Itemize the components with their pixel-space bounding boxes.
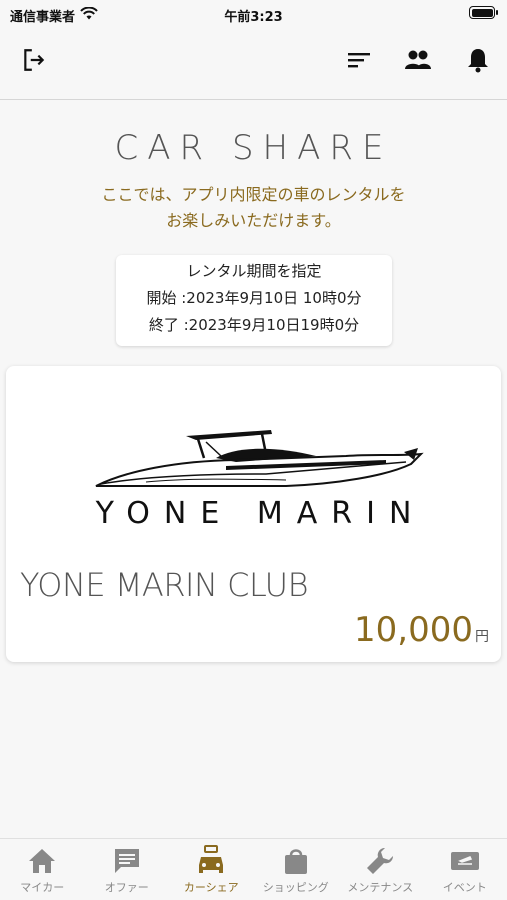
page-subtitle: ここでは、アプリ内限定の車のレンタルを お楽しみいただけます。	[0, 182, 507, 234]
car-share-card[interactable]: YONE MARIN YONE MARIN CLUB 10,000 円	[6, 366, 501, 662]
tab-label: カーシェア	[183, 881, 239, 894]
rental-end: 終了 :2023年9月10日19時0分	[148, 316, 360, 334]
status-bar: 通信事業者 午前3:23	[0, 0, 507, 30]
battery-icon	[469, 6, 498, 19]
tab-label: イベント	[442, 881, 487, 894]
bell-icon[interactable]	[464, 46, 492, 74]
chat-icon	[111, 845, 143, 877]
clock: 午前3:23	[224, 10, 283, 25]
tab-label: ショッピング	[262, 881, 329, 894]
shopping-bag-icon	[280, 845, 312, 877]
rental-period-selector[interactable]: レンタル期間を指定 開始 :2023年9月10日 10時0分 終了 :2023年…	[116, 255, 392, 346]
ticket-icon	[449, 845, 481, 877]
top-toolbar	[0, 30, 507, 100]
tab-event[interactable]: イベント	[423, 839, 507, 900]
sort-icon[interactable]	[345, 46, 373, 74]
tab-label: オファー	[104, 881, 149, 894]
card-logo-text: YONE MARIN	[95, 496, 426, 531]
subtitle-line-2: お楽しみいただけます。	[166, 211, 341, 230]
boat-logo-icon	[86, 416, 426, 496]
price-value: 10,000	[354, 610, 473, 650]
wrench-icon	[364, 845, 396, 877]
tab-label: メンテナンス	[347, 881, 414, 894]
group-icon[interactable]	[404, 46, 432, 74]
tab-car-share[interactable]: カーシェア	[169, 839, 254, 900]
card-price: 10,000 円	[354, 610, 489, 650]
page-title: CAR SHARE	[114, 128, 393, 168]
rental-start: 開始 :2023年9月10日 10時0分	[146, 289, 362, 307]
price-unit: 円	[475, 629, 489, 645]
tab-my-car[interactable]: マイカー	[0, 839, 85, 900]
subtitle-line-1: ここでは、アプリ内限定の車のレンタルを	[101, 185, 406, 204]
tab-maintenance[interactable]: メンテナンス	[338, 839, 423, 900]
card-title: YONE MARIN CLUB	[20, 566, 309, 604]
tab-offer[interactable]: オファー	[85, 839, 170, 900]
bottom-tab-bar: マイカー オファー カーシェア ショッピング メンテナンス イベント	[0, 838, 507, 900]
logout-icon[interactable]	[20, 46, 48, 74]
tab-shopping[interactable]: ショッピング	[254, 839, 339, 900]
rental-period-heading: レンタル期間を指定	[186, 262, 322, 280]
home-icon	[26, 845, 58, 877]
tab-label: マイカー	[20, 881, 65, 894]
car-share-icon	[195, 845, 227, 877]
